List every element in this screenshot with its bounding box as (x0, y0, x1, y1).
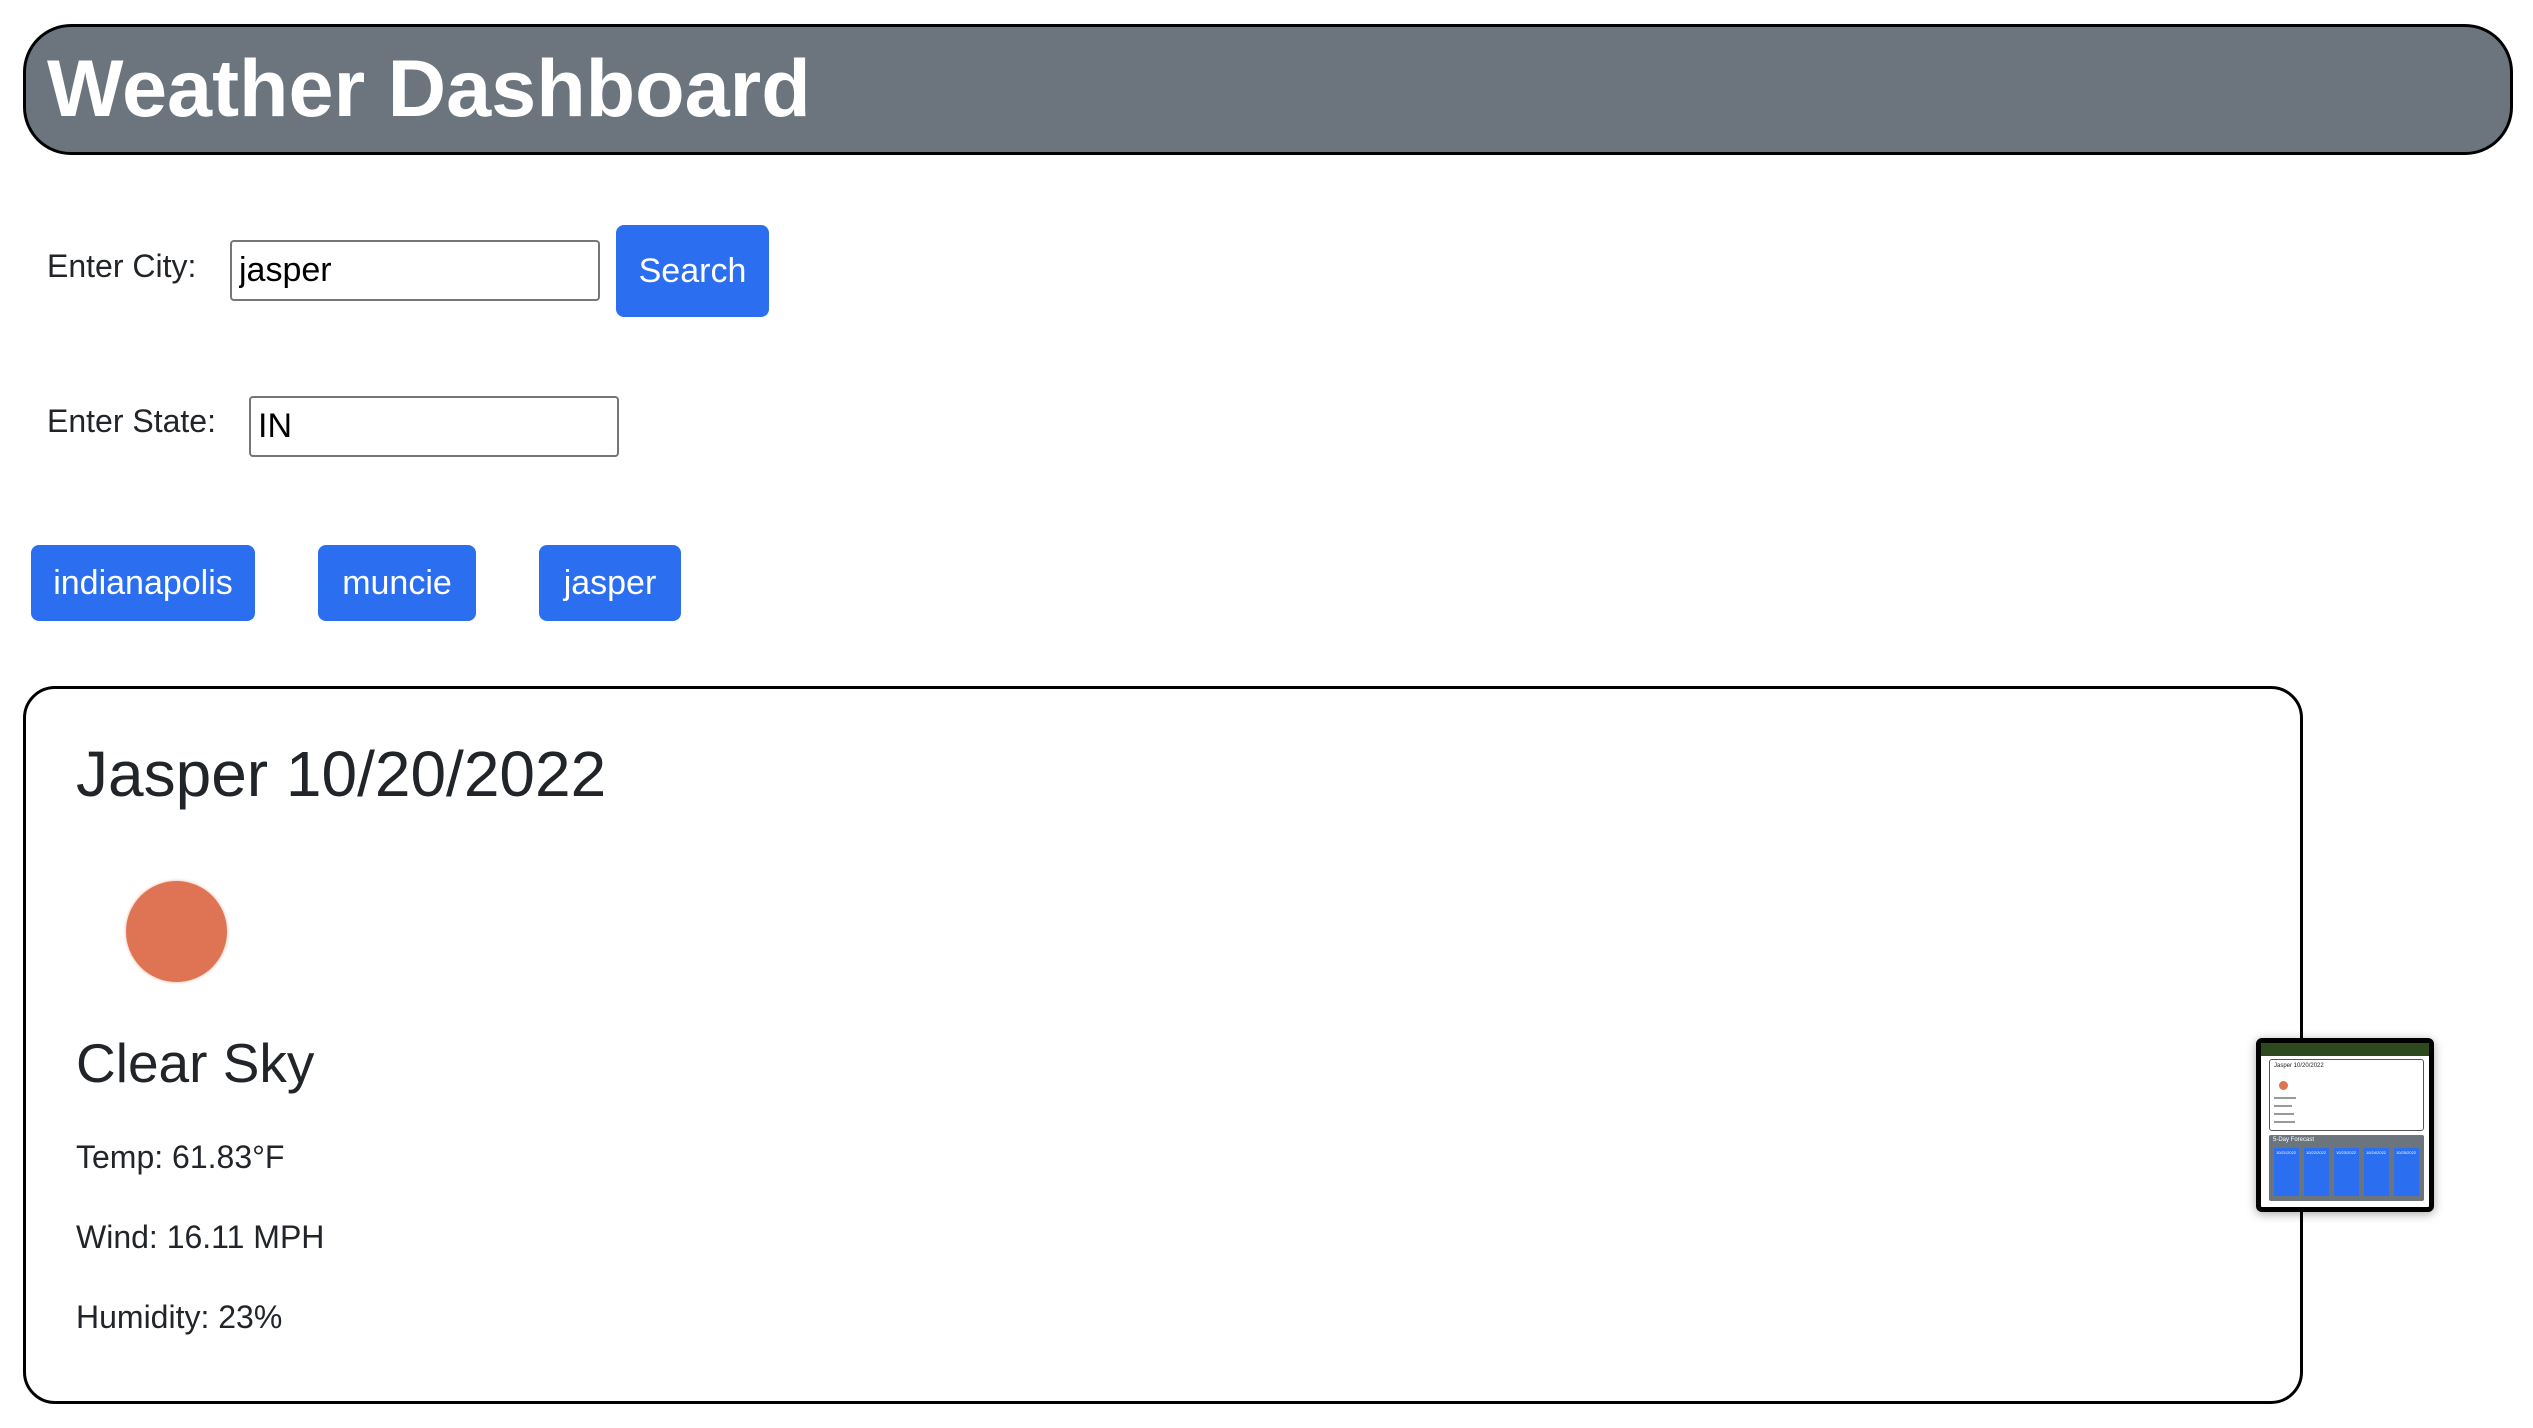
thumbnail-day-label: 10/23/2022 (2336, 1150, 2357, 1155)
thumbnail-forecast-day: 10/23/2022 (2334, 1148, 2359, 1196)
state-label: Enter State: (47, 403, 216, 439)
temperature-value: Temp: 61.83°F (76, 1139, 285, 1175)
thumbnail-forecast-panel: 5-Day Forecast 10/21/2022 10/22/2022 10/… (2269, 1135, 2424, 1201)
thumbnail-forecast-day: 10/24/2022 (2364, 1148, 2389, 1196)
thumbnail-card-title: Jasper 10/20/2022 (2274, 1063, 2324, 1069)
wind-value: Wind: 16.11 MPH (76, 1219, 325, 1255)
current-city-date: Jasper 10/20/2022 (76, 738, 607, 810)
thumbnail-weather-card: Jasper 10/20/2022 (2269, 1059, 2424, 1131)
city-input[interactable] (230, 240, 600, 301)
thumbnail-forecast-day: 10/25/2022 (2394, 1148, 2419, 1196)
thumbnail-browser-bar (2261, 1043, 2429, 1056)
city-label: Enter City: (47, 248, 197, 284)
thumbnail-day-label: 10/25/2022 (2396, 1150, 2417, 1155)
thumbnail-text-line (2274, 1113, 2294, 1115)
thumbnail-forecast-title: 5-Day Forecast (2273, 1137, 2315, 1143)
search-button[interactable]: Search (616, 225, 769, 317)
humidity-value: Humidity: 23% (76, 1299, 283, 1335)
header-banner: Weather Dashboard (23, 24, 2513, 155)
page-title: Weather Dashboard (47, 44, 811, 134)
history-button-indianapolis[interactable]: indianapolis (31, 545, 255, 621)
history-button-jasper[interactable]: jasper (539, 545, 681, 621)
history-button-muncie[interactable]: muncie (318, 545, 476, 621)
thumbnail-sun-icon (2279, 1081, 2288, 1090)
screenshot-thumbnail-preview[interactable]: Jasper 10/20/2022 5-Day Forecast 10/21/2… (2256, 1038, 2434, 1212)
thumbnail-text-line (2274, 1097, 2296, 1099)
state-input[interactable] (249, 396, 619, 457)
thumbnail-day-label: 10/24/2022 (2366, 1150, 2387, 1155)
thumbnail-text-line (2274, 1105, 2292, 1107)
weather-condition: Clear Sky (76, 1032, 315, 1094)
thumbnail-text-line (2274, 1121, 2295, 1123)
thumbnail-day-label: 10/21/2022 (2276, 1150, 2297, 1155)
clear-sky-sun-icon (126, 881, 227, 982)
thumbnail-forecast-day: 10/21/2022 (2274, 1148, 2299, 1196)
thumbnail-day-label: 10/22/2022 (2306, 1150, 2327, 1155)
current-weather-card: Jasper 10/20/2022 Clear Sky Temp: 61.83°… (23, 686, 2303, 1404)
thumbnail-forecast-day: 10/22/2022 (2304, 1148, 2329, 1196)
